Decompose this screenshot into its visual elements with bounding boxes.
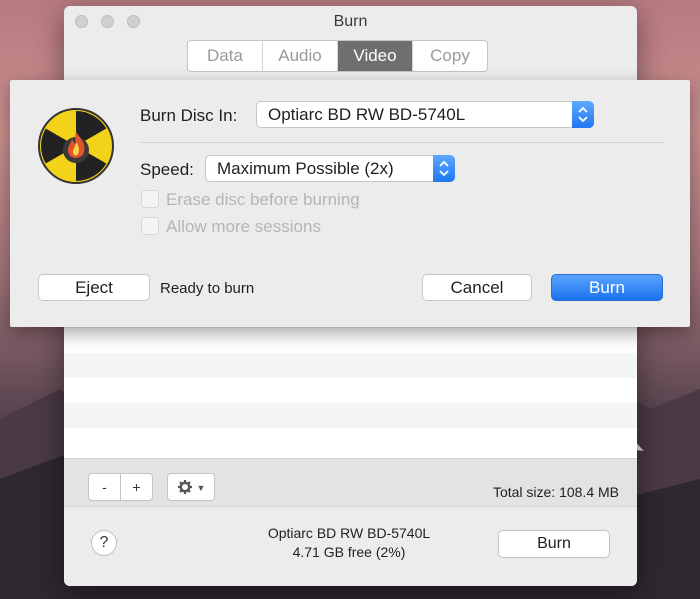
speed-select-value: Maximum Possible (2x) [217,159,394,178]
remove-item-button[interactable]: - [88,473,121,501]
footer-burn-button[interactable]: Burn [498,530,610,558]
drive-select[interactable]: Optiarc BD RW BD-5740L [256,101,594,128]
title-bar: Burn [64,6,637,38]
tab-data[interactable]: Data [188,41,263,71]
separator [140,142,664,143]
popup-arrows-icon [433,155,455,182]
eject-button[interactable]: Eject [38,274,150,301]
speed-label: Speed: [140,160,194,179]
add-item-button[interactable]: + [120,473,153,501]
total-size-label: Total size: 108.4 MB [492,484,619,500]
list-row [64,428,637,453]
erase-disc-label: Erase disc before burning [166,190,360,209]
drive-name: Optiarc BD RW BD-5740L [267,525,431,541]
tab-copy[interactable]: Copy [413,41,487,71]
radiation-app-icon [38,108,114,184]
tab-audio[interactable]: Audio [263,41,338,71]
status-text: Ready to burn [160,280,255,297]
popup-arrows-icon [572,101,594,128]
window-title: Burn [333,13,368,30]
erase-disc-checkbox[interactable] [141,190,159,208]
free-space: 4.71 GB free (2%) [292,544,406,560]
burn-disc-label: Burn Disc In: [140,106,238,125]
burn-button[interactable]: Burn [551,274,663,301]
allow-sessions-checkbox[interactable] [141,217,159,235]
allow-sessions-label: Allow more sessions [166,217,321,236]
drive-select-value: Optiarc BD RW BD-5740L [268,105,466,124]
tab-bar: Data Audio Video Copy [187,40,488,72]
list-row [64,328,637,353]
gear-icon [177,480,192,494]
footer: ? Optiarc BD RW BD-5740L 4.71 GB free (2… [64,506,637,586]
file-list[interactable] [64,328,637,458]
tab-video[interactable]: Video [338,41,413,71]
list-row [64,353,637,378]
action-menu-button[interactable]: ▼ [167,473,215,501]
list-row [64,403,637,428]
list-row [64,378,637,403]
chevron-down-icon: ▼ [196,483,206,493]
speed-select[interactable]: Maximum Possible (2x) [205,155,455,182]
burn-sheet: Burn Disc In: Optiarc BD RW BD-5740L Spe… [10,80,690,327]
list-toolbar: - + ▼ Total size: 108.4 MB [64,458,637,507]
help-button[interactable]: ? [91,530,117,556]
cancel-button[interactable]: Cancel [422,274,532,301]
